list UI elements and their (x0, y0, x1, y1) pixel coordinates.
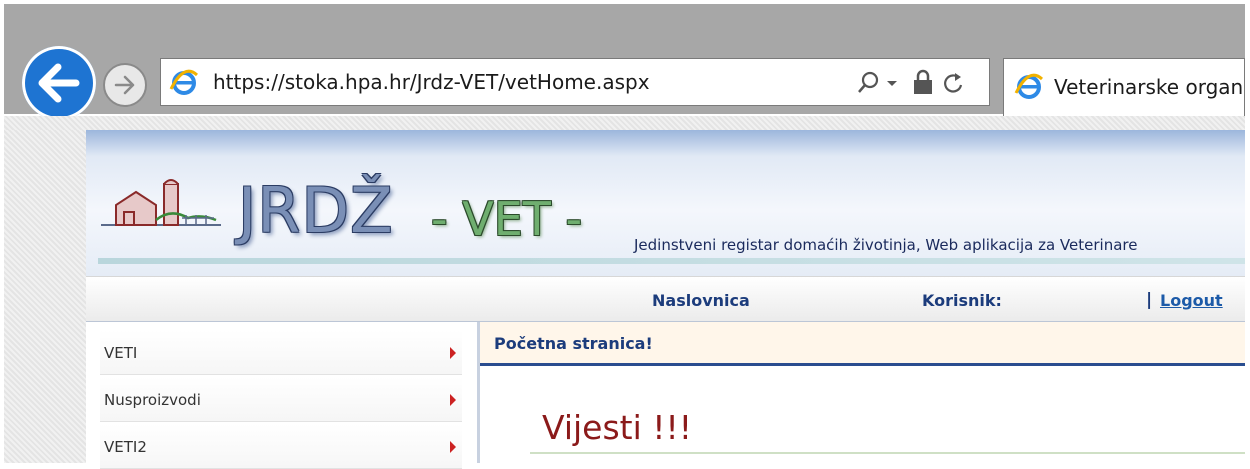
web-page: JRDŽ - VET - Jedinstveni registar domaći… (4, 116, 1245, 469)
address-tools (799, 69, 979, 97)
page-top-margin (4, 116, 1245, 130)
top-nav: Naslovnica Korisnik: | Logout (86, 276, 1245, 322)
nav-separator: | (1146, 290, 1153, 310)
forward-button[interactable] (103, 63, 147, 107)
sidebar-item-label: VETI (104, 344, 138, 362)
news-divider (530, 452, 1245, 454)
site-logo-text: JRDŽ (238, 174, 394, 247)
sidebar-item-label: Nusproizvodi (104, 391, 201, 409)
back-button[interactable] (22, 46, 96, 120)
logout-link[interactable]: Logout (1160, 291, 1223, 310)
address-bar[interactable]: https://stoka.hpa.hr/Jrdz-VET/vetHome.as… (160, 58, 990, 106)
chevron-right-icon (450, 347, 456, 359)
main-content: Početna stranica! Vijesti !!! (480, 322, 1245, 463)
ie-logo-icon (1014, 73, 1044, 99)
sidebar-item-label: VETI2 (104, 438, 147, 456)
nav-home-link[interactable]: Naslovnica (652, 291, 750, 310)
search-icon[interactable] (855, 69, 881, 97)
back-arrow-icon (38, 63, 80, 103)
sidebar-item-veti2[interactable]: VETI2 (100, 424, 462, 469)
site-subtitle: Jedinstveni registar domaćih životinja, … (634, 236, 1138, 254)
farm-logo-icon (101, 179, 221, 226)
chevron-right-icon (450, 394, 456, 406)
forward-arrow-icon (114, 75, 135, 95)
browser-tab[interactable]: Veterinarske organ (1003, 58, 1245, 116)
news-title: Vijesti !!! (542, 408, 692, 447)
sidebar-item-nusproizvodi[interactable]: Nusproizvodi (100, 377, 462, 422)
page-title: Početna stranica! (494, 334, 653, 353)
content-header: Početna stranica! (480, 322, 1245, 366)
dropdown-icon[interactable] (885, 69, 899, 97)
url-text[interactable]: https://stoka.hpa.hr/Jrdz-VET/vetHome.as… (213, 70, 650, 94)
banner-divider (98, 258, 1245, 264)
nav-user-label: Korisnik: (922, 291, 1002, 310)
browser-chrome: https://stoka.hpa.hr/Jrdz-VET/vetHome.as… (0, 0, 1250, 120)
site-banner: JRDŽ - VET - Jedinstveni registar domaći… (86, 130, 1245, 276)
refresh-icon[interactable] (941, 69, 965, 97)
tab-title: Veterinarske organ (1054, 75, 1244, 99)
lock-icon[interactable] (911, 69, 935, 97)
sidebar-menu: VETI Nusproizvodi VETI2 (86, 322, 477, 469)
page-left-margin (4, 116, 86, 463)
site-logo-vet: - VET - (431, 192, 583, 246)
ie-logo-icon (169, 69, 199, 95)
chevron-right-icon (450, 441, 456, 453)
sidebar-item-veti[interactable]: VETI (100, 330, 462, 375)
